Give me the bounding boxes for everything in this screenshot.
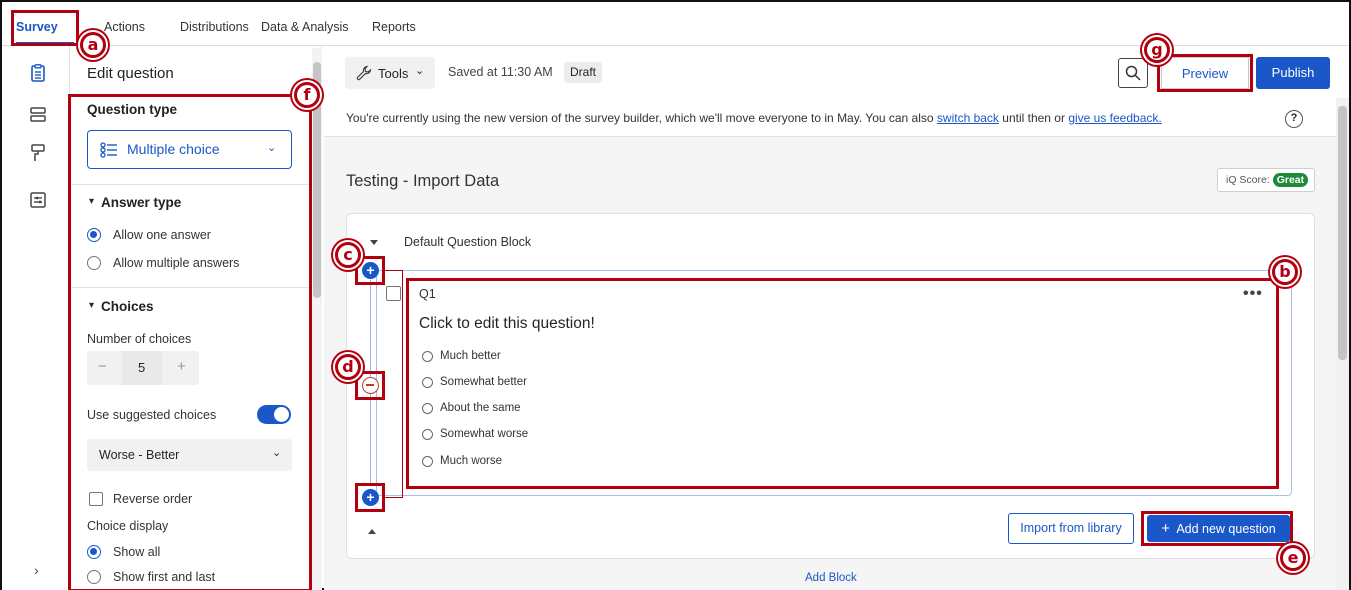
annotation-marker-c: c bbox=[333, 240, 363, 270]
annotation-box-b bbox=[406, 278, 1279, 489]
survey-flow-icon[interactable] bbox=[29, 64, 47, 82]
banner-text-middle: until then or bbox=[998, 111, 1069, 125]
look-and-feel-icon[interactable] bbox=[29, 144, 47, 162]
annotation-marker-f: f bbox=[292, 80, 322, 110]
annotation-marker-g: g bbox=[1142, 35, 1172, 65]
draft-badge: Draft bbox=[564, 62, 602, 83]
collapse-block-caret-icon[interactable] bbox=[370, 240, 378, 245]
annotation-box-f bbox=[68, 94, 312, 590]
iq-score-badge: Great bbox=[1272, 173, 1309, 187]
tab-actions[interactable]: Actions bbox=[104, 20, 145, 34]
annotation-marker-d: d bbox=[333, 352, 363, 382]
annotation-box-a bbox=[11, 10, 79, 46]
expand-rail-chevron-icon[interactable]: › bbox=[34, 562, 39, 578]
annotation-marker-a: a bbox=[78, 30, 108, 60]
wrench-icon bbox=[356, 65, 372, 81]
annotation-box-g bbox=[1157, 54, 1253, 92]
iq-score-button[interactable]: iQ Score: Great bbox=[1217, 168, 1315, 192]
search-icon bbox=[1125, 65, 1141, 81]
main-scrollbar-thumb[interactable] bbox=[1338, 106, 1347, 360]
annotation-box-e bbox=[1141, 511, 1293, 546]
annotation-marker-e: e bbox=[1278, 543, 1308, 573]
tools-menu-button[interactable]: Tools ⌄ bbox=[345, 57, 435, 89]
publish-button[interactable]: Publish bbox=[1256, 57, 1330, 89]
saved-status: Saved at 11:30 AM bbox=[448, 65, 553, 79]
search-button[interactable] bbox=[1118, 58, 1148, 88]
block-title[interactable]: Default Question Block bbox=[404, 235, 531, 249]
help-icon[interactable]: ? bbox=[1285, 110, 1303, 128]
give-feedback-link[interactable]: give us feedback. bbox=[1068, 111, 1161, 125]
blocks-icon[interactable] bbox=[29, 106, 47, 124]
banner-message: You're currently using the new version o… bbox=[346, 111, 1162, 125]
switch-back-link[interactable]: switch back bbox=[937, 111, 999, 125]
survey-options-icon[interactable] bbox=[29, 191, 47, 209]
add-block-link[interactable]: Add Block bbox=[805, 572, 857, 584]
annotation-bracket bbox=[385, 270, 403, 498]
chevron-down-icon: ⌄ bbox=[415, 65, 425, 77]
import-from-library-button[interactable]: Import from library bbox=[1008, 513, 1134, 544]
annotation-marker-b: b bbox=[1270, 257, 1300, 287]
survey-title[interactable]: Testing - Import Data bbox=[346, 172, 499, 191]
panel-title: Edit question bbox=[87, 65, 174, 82]
tab-reports[interactable]: Reports bbox=[372, 20, 416, 34]
tab-data-analysis[interactable]: Data & Analysis bbox=[261, 20, 349, 34]
iq-score-label: iQ Score: bbox=[1226, 174, 1270, 186]
banner-text-before: You're currently using the new version o… bbox=[346, 111, 937, 125]
tools-label: Tools bbox=[378, 66, 409, 81]
annotation-box-c2 bbox=[355, 483, 385, 512]
collapse-block-bottom-caret-icon[interactable] bbox=[368, 529, 376, 534]
tab-distributions[interactable]: Distributions bbox=[180, 20, 249, 34]
left-rail bbox=[2, 46, 70, 590]
